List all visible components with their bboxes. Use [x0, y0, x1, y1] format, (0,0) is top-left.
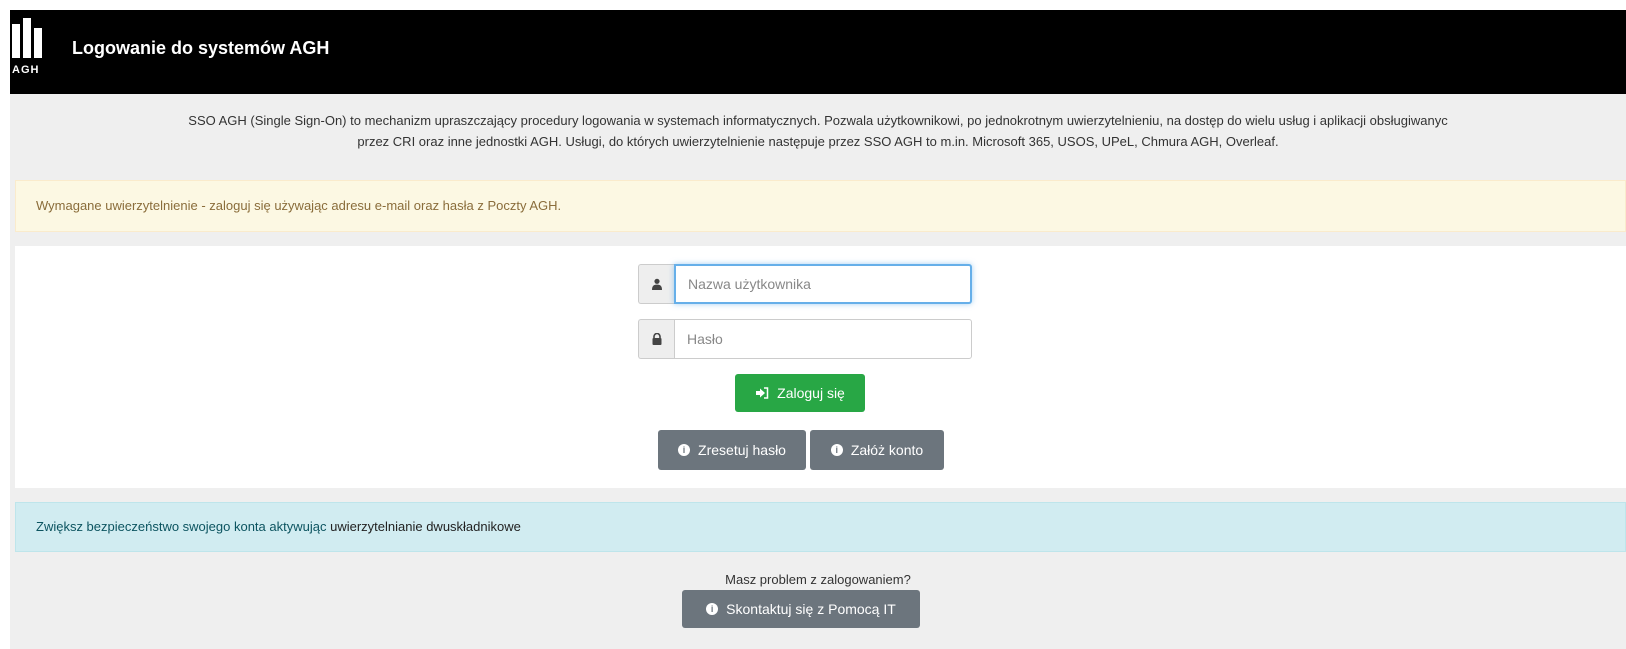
info-circle-icon: i — [830, 444, 843, 456]
login-button-label: Zaloguj się — [777, 385, 845, 401]
agh-logo[interactable]: AGH — [12, 18, 54, 84]
two-factor-alert: Zwiększ bezpieczeństwo swojego konta akt… — [15, 502, 1626, 552]
auth-required-alert: Wymagane uwierzytelnienie - zaloguj się … — [15, 180, 1626, 232]
username-group — [638, 264, 972, 304]
info-circle-icon: i — [706, 603, 719, 615]
page-title: Logowanie do systemów AGH — [72, 38, 330, 58]
logo-bars — [12, 18, 54, 58]
page: AGH Logowanie do systemów AGH SSO AGH (S… — [10, 10, 1626, 649]
intro-text: SSO AGH (Single Sign-On) to mechanizm up… — [10, 110, 1626, 152]
header-bar: AGH Logowanie do systemów AGH — [10, 10, 1626, 94]
login-problem-text: Masz problem z zalogowaniem? — [725, 572, 911, 587]
sign-in-icon — [756, 387, 769, 399]
lock-icon — [652, 333, 661, 345]
reset-password-button[interactable]: i Zresetuj hasło — [658, 430, 806, 470]
two-factor-text: Zwiększ bezpieczeństwo swojego konta akt… — [36, 519, 331, 534]
two-factor-link[interactable]: uwierzytelnianie dwuskładnikowe — [330, 519, 521, 534]
auth-required-text: Wymagane uwierzytelnienie - zaloguj się … — [36, 198, 562, 213]
login-panel: Zaloguj się i Zresetuj hasło i Załóż kon… — [15, 246, 1626, 488]
reset-password-label: Zresetuj hasło — [698, 442, 786, 458]
user-icon — [651, 278, 662, 290]
user-icon-addon — [638, 264, 674, 304]
create-account-label: Załóż konto — [850, 442, 924, 458]
contact-it-support-label: Skontaktuj się z Pomocą IT — [726, 601, 896, 617]
username-input[interactable] — [674, 264, 972, 304]
login-button[interactable]: Zaloguj się — [735, 374, 865, 412]
intro-line-1: SSO AGH (Single Sign-On) to mechanizm up… — [188, 113, 1448, 128]
logo-text: AGH — [12, 64, 40, 76]
contact-it-support-button[interactable]: i Skontaktuj się z Pomocą IT — [682, 590, 920, 628]
create-account-button[interactable]: i Załóż konto — [810, 430, 944, 470]
password-input[interactable] — [674, 319, 972, 359]
info-circle-icon: i — [678, 444, 691, 456]
password-group — [638, 319, 972, 359]
lock-icon-addon — [638, 319, 674, 359]
intro-line-2: przez CRI oraz inne jednostki AGH. Usług… — [357, 134, 1279, 149]
